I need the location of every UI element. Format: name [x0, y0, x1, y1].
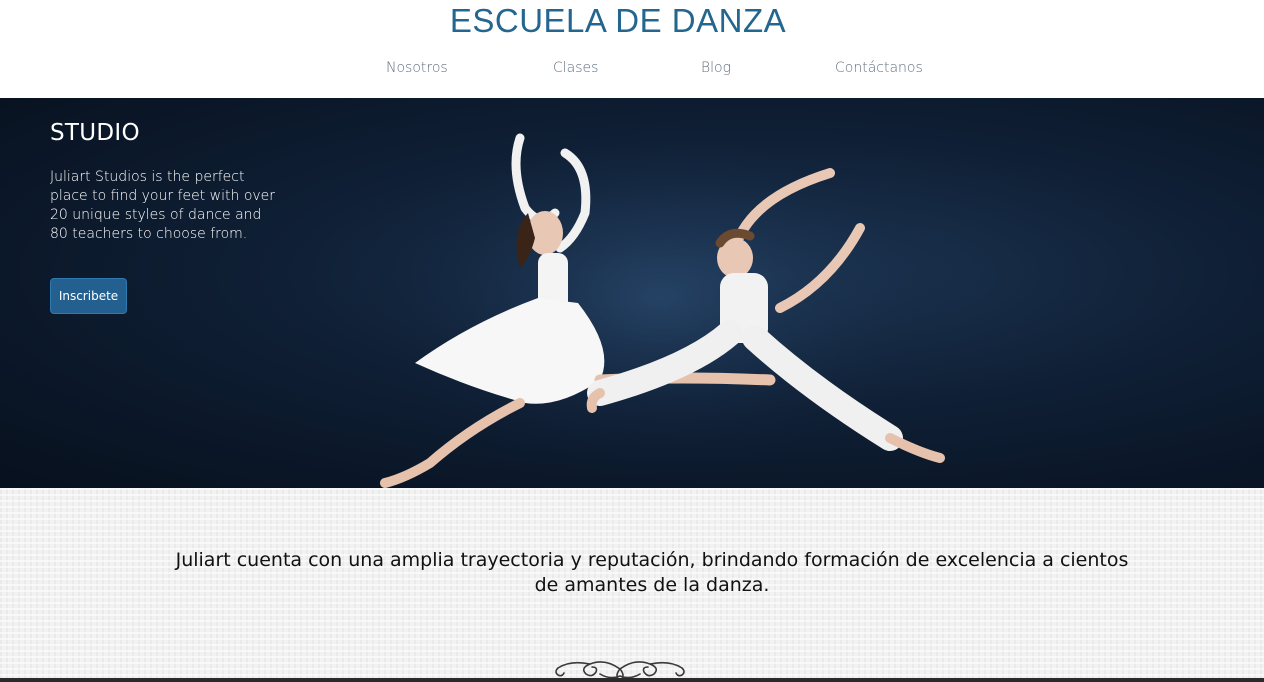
bottom-divider: [0, 678, 1264, 682]
about-section: Juliart cuenta con una amplia trayectori…: [0, 488, 1264, 682]
hero-description: Juliart Studios is the perfect place to …: [50, 169, 276, 242]
nav-item-contactanos[interactable]: Contáctanos: [835, 60, 923, 76]
inscribete-button[interactable]: Inscribete: [50, 278, 127, 314]
site-title[interactable]: ESCUELA DE DANZA: [0, 2, 1236, 40]
about-text: Juliart cuenta con una amplia trayectori…: [175, 549, 1129, 596]
hero-banner: STUDIO Juliart Studios is the perfect pl…: [0, 98, 1264, 488]
site-header: ESCUELA DE DANZA Nosotros Clases Blog Co…: [0, 0, 1264, 98]
dancers-photo: [360, 118, 960, 488]
nav-item-blog[interactable]: Blog: [701, 60, 731, 76]
nav-item-clases[interactable]: Clases: [553, 60, 598, 76]
nav-item-nosotros[interactable]: Nosotros: [386, 60, 448, 76]
main-nav: Nosotros Clases Blog Contáctanos: [0, 60, 1264, 82]
hero-heading: STUDIO: [50, 120, 140, 146]
